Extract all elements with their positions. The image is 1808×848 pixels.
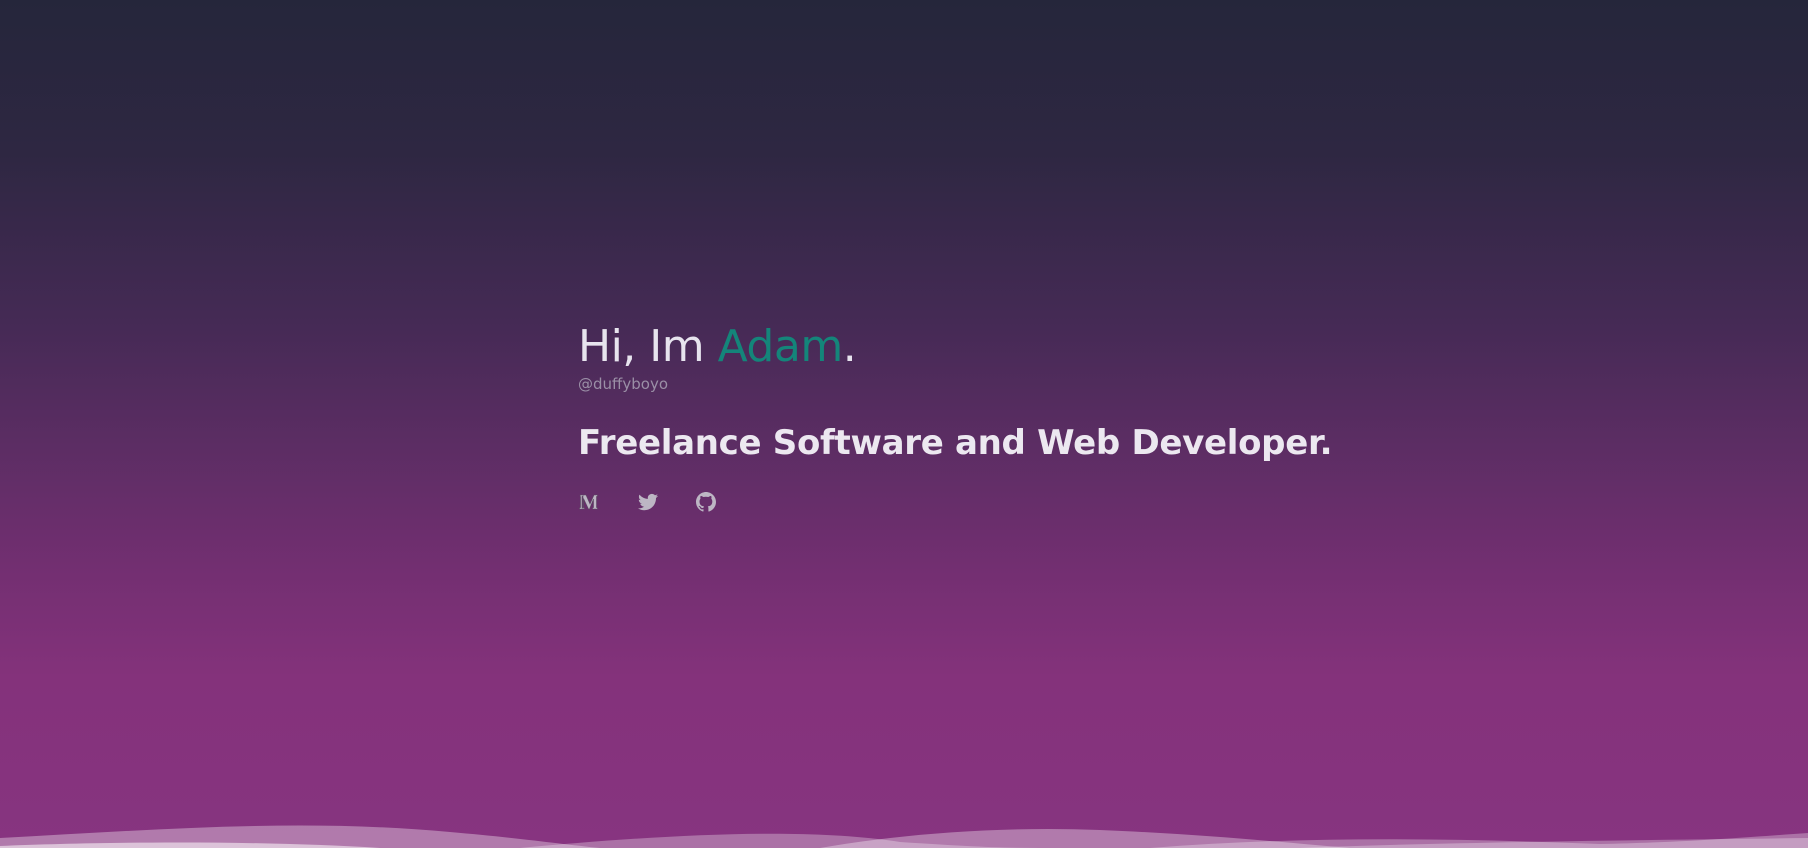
- wave-decoration: [0, 825, 1808, 848]
- name-highlight: Adam: [717, 321, 844, 372]
- twitter-link[interactable]: [636, 490, 660, 514]
- github-icon: [696, 492, 716, 512]
- handle-text: @duffyboyo: [578, 375, 668, 393]
- github-link[interactable]: [694, 490, 718, 514]
- hero-section: Hi, Im Adam. @duffyboyo Freelance Softwa…: [578, 318, 1478, 514]
- social-links: [578, 490, 1478, 514]
- greeting-suffix: .: [842, 321, 857, 372]
- medium-link[interactable]: [578, 490, 602, 514]
- twitter-icon: [638, 493, 658, 511]
- greeting-heading: Hi, Im Adam.: [578, 318, 1478, 376]
- medium-icon: [579, 494, 598, 510]
- greeting-prefix: Hi, Im: [578, 321, 718, 372]
- tagline: Freelance Software and Web Developer.: [578, 423, 1333, 463]
